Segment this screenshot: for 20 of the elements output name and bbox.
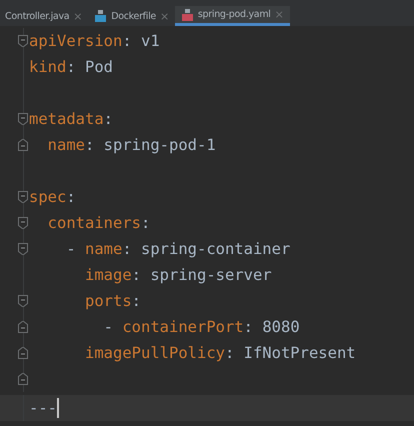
code-line: kind: Pod: [29, 58, 113, 76]
code-line: containers:: [46, 214, 150, 232]
code-line: ---: [29, 399, 57, 417]
file-icon: [180, 8, 194, 22]
code-line: image: spring-server: [84, 266, 272, 284]
text-cursor: [57, 398, 59, 418]
close-icon[interactable]: ×: [73, 10, 82, 22]
code-line: imagePullPolicy: IfNotPresent: [84, 344, 356, 362]
code-line: apiVersion: v1: [29, 32, 160, 50]
code-line: - name: spring-container: [65, 240, 290, 258]
code-line: spec:: [29, 188, 76, 206]
file-icon: [94, 9, 108, 23]
editor-tab[interactable]: Dockerfile ×: [88, 6, 175, 26]
editor-tab[interactable]: Controller.java ×: [0, 6, 88, 26]
code-line: name: spring-pod-1: [46, 136, 216, 154]
code-line: metadata:: [29, 110, 113, 128]
close-icon[interactable]: ×: [160, 10, 169, 22]
code-line: - containerPort: 8080: [102, 318, 300, 336]
editor-tab[interactable]: spring-pod.yaml ×: [174, 6, 290, 26]
code-line: ports:: [84, 292, 142, 310]
